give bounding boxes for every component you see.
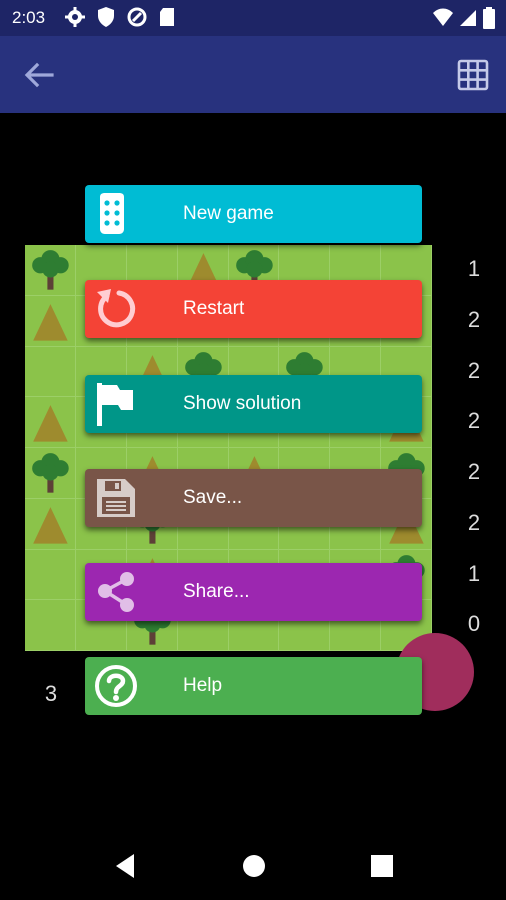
tree-icon	[32, 250, 69, 290]
board-cell[interactable]	[25, 346, 76, 398]
flag-icon	[97, 383, 133, 426]
help-label: Help	[183, 675, 223, 696]
settings-icon	[65, 7, 85, 27]
restart-icon	[97, 289, 136, 328]
show-solution-label: Show solution	[183, 393, 302, 414]
save-button[interactable]: Save...	[85, 469, 422, 527]
new-game-button[interactable]: New game	[85, 185, 422, 243]
row-clue: 2	[467, 408, 481, 434]
floppy-disk-icon	[97, 479, 135, 517]
tent-icon	[33, 303, 68, 341]
share-label: Share...	[183, 581, 250, 602]
navigation-bar	[0, 830, 506, 900]
status-bar: 2:03	[0, 0, 506, 36]
share-button[interactable]: Share...	[85, 563, 422, 621]
row-clue: 2	[467, 306, 481, 332]
data-saver-icon	[127, 7, 147, 27]
share-icon	[98, 572, 134, 612]
grid-icon[interactable]	[456, 58, 490, 92]
save-label: Save...	[183, 487, 243, 508]
board-cell[interactable]	[25, 549, 76, 601]
nav-back-icon[interactable]	[112, 852, 140, 880]
arrow-back-icon[interactable]	[22, 60, 56, 90]
board-cell[interactable]	[25, 600, 76, 651]
app-bar	[0, 36, 506, 113]
restart-label: Restart	[183, 298, 245, 319]
new-game-label: New game	[183, 203, 274, 224]
row-clue: 1	[467, 560, 481, 586]
tree-icon	[32, 453, 69, 493]
tent-icon	[33, 405, 68, 442]
dice-icon	[100, 193, 124, 234]
row-clue: 2	[467, 357, 481, 383]
battery-icon	[483, 7, 495, 29]
show-solution-button[interactable]: Show solution	[85, 375, 422, 433]
shield-icon	[98, 7, 114, 27]
signal-icon	[460, 10, 476, 26]
column-clue: 3	[44, 681, 58, 706]
row-clue: 2	[467, 459, 481, 484]
status-time: 2:03	[12, 8, 46, 27]
row-clue: 2	[467, 509, 481, 535]
wifi-icon	[433, 8, 453, 26]
nav-home-icon[interactable]	[240, 852, 268, 880]
row-clue: 1	[467, 256, 481, 281]
nav-recents-icon[interactable]	[368, 852, 396, 880]
restart-button[interactable]: Restart	[85, 280, 422, 338]
sd-card-icon	[160, 8, 174, 26]
row-clue: 0	[467, 611, 481, 637]
tent-icon	[33, 506, 68, 544]
help-button[interactable]: Help	[85, 657, 422, 715]
help-circle-icon	[95, 665, 137, 707]
